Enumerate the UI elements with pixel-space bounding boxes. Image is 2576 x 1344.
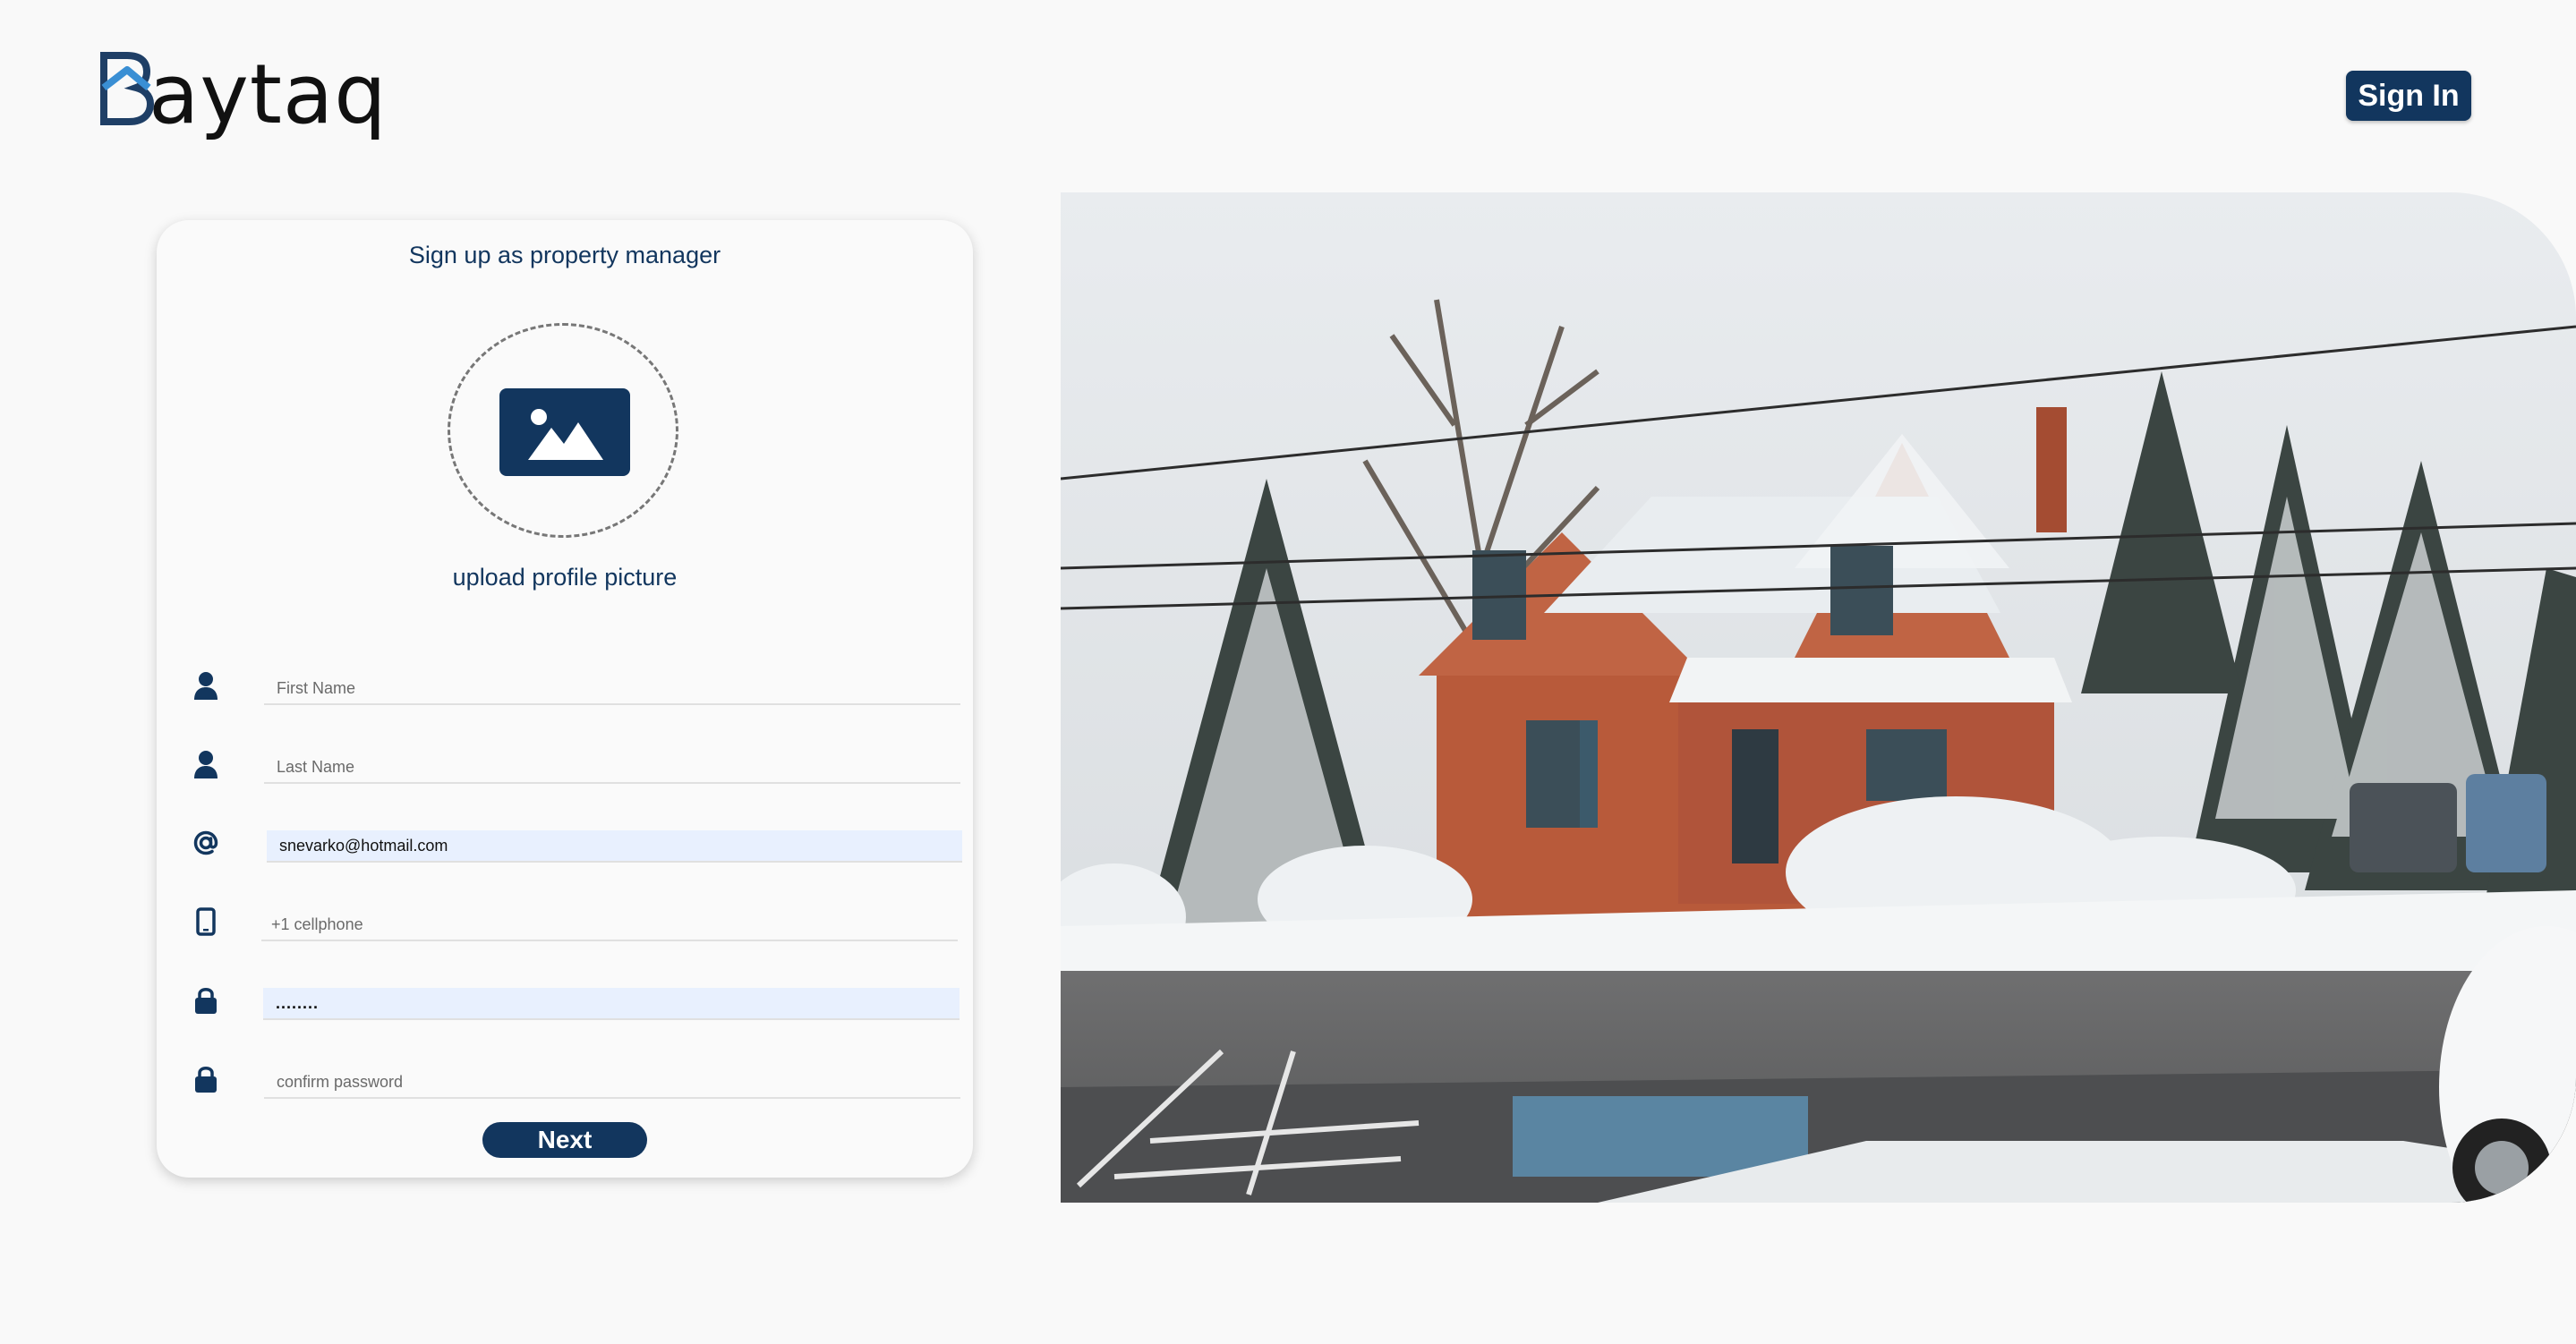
email-input[interactable] <box>267 830 962 863</box>
upload-profile-label[interactable]: upload profile picture <box>157 564 973 591</box>
last-name-input[interactable] <box>264 752 960 784</box>
email-row <box>188 825 962 870</box>
logo-house-icon <box>98 52 155 125</box>
profile-picture-upload[interactable] <box>448 323 678 538</box>
password-row <box>188 982 960 1027</box>
brand-logo[interactable]: aytaq <box>98 38 388 136</box>
confirm-password-row <box>188 1061 960 1106</box>
confirm-password-input[interactable] <box>264 1067 960 1099</box>
form-title: Sign up as property manager <box>408 242 721 268</box>
last-name-row <box>188 746 960 791</box>
person-icon <box>188 746 224 782</box>
first-name-row <box>188 668 960 712</box>
sign-in-button[interactable]: Sign In <box>2346 71 2471 121</box>
at-icon <box>188 825 224 861</box>
password-input[interactable] <box>263 988 960 1020</box>
phone-row <box>188 904 958 948</box>
hero-house-image <box>1061 192 2576 1203</box>
lock-icon <box>188 1061 224 1097</box>
person-icon <box>188 668 224 703</box>
next-button[interactable]: Next <box>482 1122 647 1158</box>
phone-input[interactable] <box>261 909 958 941</box>
signup-card: Sign up as property manager upload profi… <box>157 220 973 1178</box>
phone-icon <box>188 904 224 940</box>
lock-icon <box>188 982 224 1018</box>
first-name-input[interactable] <box>264 673 960 705</box>
brand-name: aytaq <box>149 47 388 142</box>
image-icon <box>499 388 630 476</box>
